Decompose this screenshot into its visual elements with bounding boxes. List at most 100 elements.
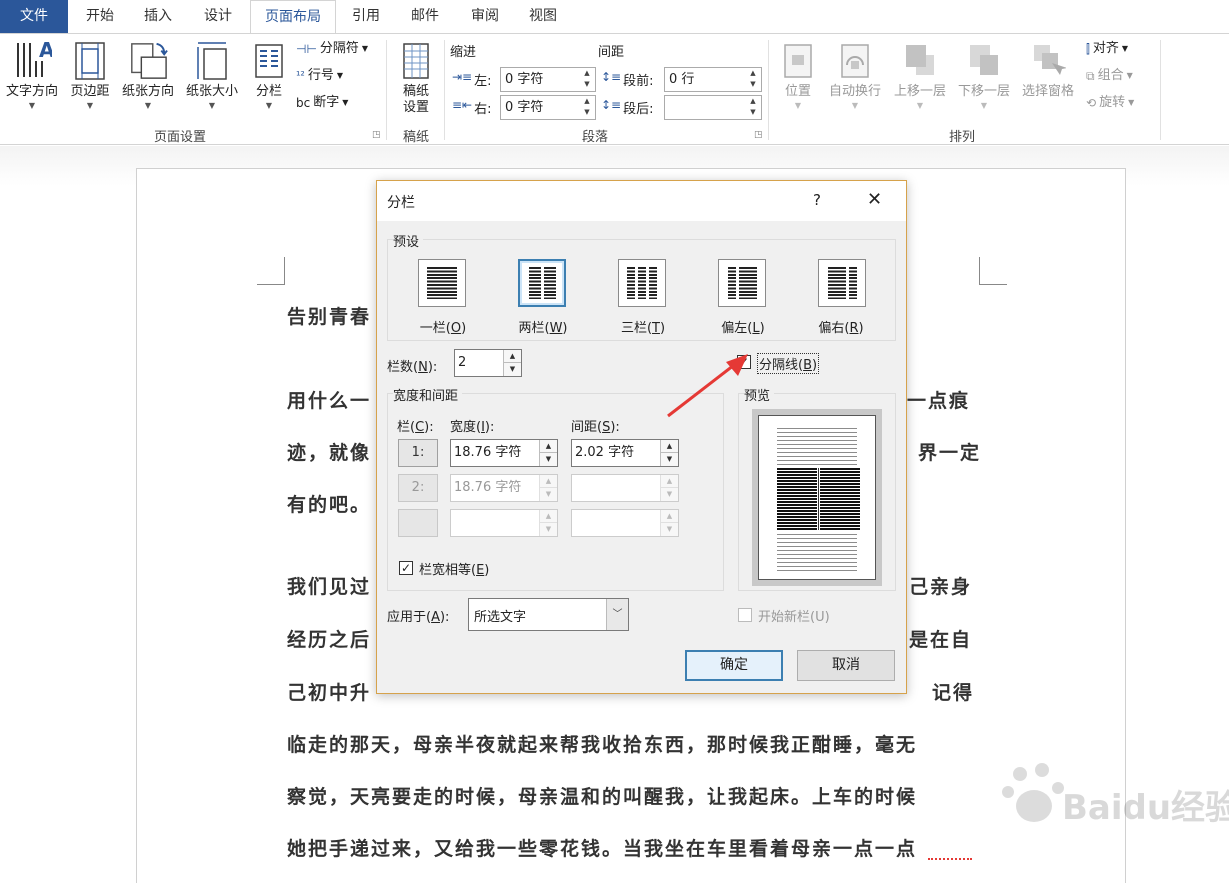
size-label: 纸张大小: [185, 84, 238, 99]
indent-right-input[interactable]: 0 字符 ▲ ▼: [500, 95, 596, 120]
send-backward-button[interactable]: 下移一层 ▼: [952, 38, 1016, 118]
chevron-down-icon: ▼: [265, 101, 273, 110]
wrap-text-button[interactable]: 自动换行 ▼: [822, 38, 888, 118]
size-button[interactable]: 纸张大小 ▼: [182, 38, 242, 118]
orientation-icon: [128, 38, 168, 84]
send-backward-icon: [964, 38, 1004, 84]
spin-down-icon[interactable]: ▼: [539, 453, 557, 466]
group-divider: [768, 40, 769, 140]
spin-up-icon[interactable]: ▲: [660, 475, 678, 488]
bring-forward-button[interactable]: 上移一层 ▼: [888, 38, 952, 118]
apply-to-select[interactable]: 所选文字 ﹀: [468, 598, 629, 631]
spin-up-icon[interactable]: ▲: [539, 475, 557, 488]
chevron-down-icon: ▼: [342, 98, 349, 107]
arrange-group-label: 排列: [948, 130, 975, 145]
indent-left-input[interactable]: 0 字符 ▲ ▼: [500, 67, 596, 92]
tab-insert[interactable]: 插入: [130, 0, 186, 33]
spin-arrows-icon[interactable]: ▲ ▼: [745, 68, 761, 91]
spin-arrows-icon[interactable]: ▲ ▼: [745, 96, 761, 119]
tab-home[interactable]: 开始: [72, 0, 128, 33]
spin-down-icon[interactable]: ▼: [660, 453, 678, 466]
column-2-width-input[interactable]: 18.76 字符 ▲ ▼: [450, 474, 558, 502]
chevron-down-icon: ▼: [1126, 71, 1133, 80]
equal-width-checkbox[interactable]: ✓: [399, 561, 413, 575]
spin-up-icon[interactable]: ▲: [539, 510, 557, 523]
preset-right[interactable]: [818, 259, 866, 307]
spin-down-icon[interactable]: ▼: [539, 488, 557, 501]
line-numbers-button[interactable]: ¹² 行号 ▼: [296, 65, 343, 87]
chevron-down-icon[interactable]: ﹀: [606, 599, 628, 630]
num-columns-input[interactable]: 2 ▲ ▼: [454, 349, 522, 377]
preset-one-column-label: 一栏(O): [419, 321, 467, 336]
document-text-line: 迹，就像: [287, 442, 372, 464]
tab-mailings[interactable]: 邮件: [398, 0, 452, 33]
page-setup-launcher-icon[interactable]: ◳: [372, 130, 381, 140]
spin-up-icon[interactable]: ▲: [503, 350, 521, 363]
ribbon-tabs: 文件 开始 插入 设计 页面布局 引用 邮件 审阅 视图: [0, 0, 1229, 34]
right-column-icon: [827, 267, 846, 299]
column-1-spacing-value: 2.02 字符: [575, 445, 635, 460]
tab-page-layout[interactable]: 页面布局: [250, 0, 336, 34]
align-label: 对齐: [1092, 41, 1119, 56]
space-after-input[interactable]: ▲ ▼: [664, 95, 762, 120]
paragraph-launcher-icon[interactable]: ◳: [754, 130, 763, 140]
position-button[interactable]: 位置 ▼: [776, 38, 820, 118]
help-button[interactable]: ?: [813, 191, 821, 209]
preview-page: [758, 415, 876, 580]
column-1-width-input[interactable]: 18.76 字符 ▲ ▼: [450, 439, 558, 467]
preset-left[interactable]: [718, 259, 766, 307]
document-text-line: 一点痕: [907, 390, 971, 412]
apply-to-label: 应用于(A):: [387, 610, 450, 625]
indent-left-label-row: ⇥≡ 左:: [452, 70, 492, 89]
space-before-label: 段前:: [623, 74, 654, 89]
draft-paper-button[interactable]: 稿纸 设置: [392, 38, 440, 118]
spin-up-icon[interactable]: ▲: [539, 440, 557, 453]
start-new-column-checkbox[interactable]: [738, 608, 752, 622]
selection-pane-button[interactable]: 选择窗格: [1016, 38, 1080, 118]
cancel-button[interactable]: 取消: [797, 650, 895, 681]
chevron-down-icon: ▼: [980, 101, 988, 110]
ok-button[interactable]: 确定: [685, 650, 783, 681]
margins-icon: [70, 38, 110, 84]
tab-view[interactable]: 视图: [516, 0, 570, 33]
close-button[interactable]: ✕: [867, 189, 882, 210]
spin-down-icon[interactable]: ▼: [503, 363, 521, 376]
column-3-width-input[interactable]: ▲ ▼: [450, 509, 558, 537]
spacing-label: 间距: [598, 45, 625, 60]
preset-three-columns[interactable]: [618, 259, 666, 307]
group-button[interactable]: ⧉ 组合 ▼: [1086, 65, 1133, 87]
columns-button[interactable]: 分栏 ▼: [248, 38, 290, 118]
spin-up-icon[interactable]: ▲: [660, 440, 678, 453]
rotate-button[interactable]: ⟲ 旋转 ▼: [1086, 92, 1134, 114]
margins-button[interactable]: 页边距 ▼: [66, 38, 114, 118]
breaks-button[interactable]: ⊣⊢ 分隔符 ▼: [296, 38, 368, 60]
align-button[interactable]: ⫿ 对齐 ▼: [1086, 38, 1128, 60]
spin-up-icon[interactable]: ▲: [660, 510, 678, 523]
space-before-icon: ↕≡: [601, 70, 622, 84]
tab-design[interactable]: 设计: [190, 0, 246, 33]
three-columns-icon-bar: [638, 267, 646, 299]
spin-down-icon[interactable]: ▼: [660, 523, 678, 536]
column-3-spacing-input[interactable]: ▲ ▼: [571, 509, 679, 537]
right-column-icon-bar: [848, 267, 857, 299]
orientation-button[interactable]: 纸张方向 ▼: [116, 38, 180, 118]
spin-down-icon[interactable]: ▼: [660, 488, 678, 501]
space-before-label-row: ↕≡ 段前:: [601, 70, 654, 89]
column-number-1: 1:: [398, 439, 438, 467]
column-1-spacing-input[interactable]: 2.02 字符 ▲ ▼: [571, 439, 679, 467]
hyphenation-button[interactable]: bc 断字 ▼: [296, 92, 348, 114]
space-before-input[interactable]: 0 行 ▲ ▼: [664, 67, 762, 92]
tab-file[interactable]: 文件: [0, 0, 68, 33]
text-direction-button[interactable]: A 文字方向 ▼: [0, 38, 64, 118]
tab-review[interactable]: 审阅: [458, 0, 512, 33]
preset-two-columns[interactable]: [518, 259, 566, 307]
document-text-line: 察觉，天亮要走的时候，母亲温和的叫醒我，让我起床。上车的时候: [287, 786, 918, 808]
tab-references[interactable]: 引用: [340, 0, 392, 33]
spin-arrows-icon[interactable]: ▲ ▼: [579, 68, 595, 91]
preset-one-column[interactable]: [418, 259, 466, 307]
draft-group-label: 稿纸: [402, 130, 429, 145]
column-2-spacing-input[interactable]: ▲ ▼: [571, 474, 679, 502]
spin-down-icon[interactable]: ▼: [539, 523, 557, 536]
spin-arrows-icon[interactable]: ▲ ▼: [579, 96, 595, 119]
breaks-label: 分隔符: [319, 41, 359, 56]
